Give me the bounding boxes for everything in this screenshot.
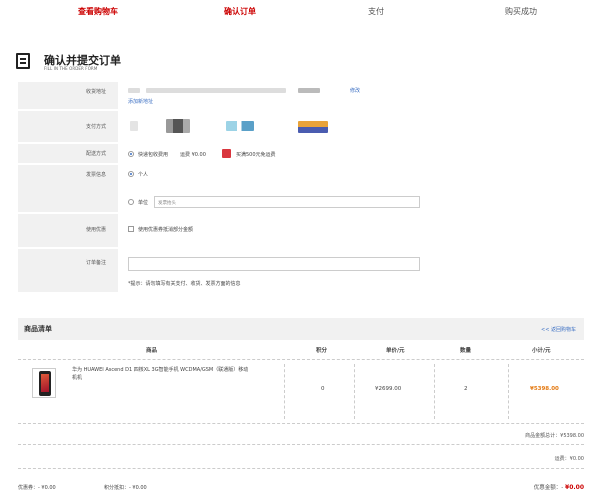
step-success: 购买成功	[505, 7, 537, 16]
invoice-personal-label: 个人	[138, 172, 149, 178]
invoice-company-label: 单位	[138, 200, 149, 206]
address-text-redacted	[128, 88, 140, 93]
coupon-label: 使用优惠	[85, 227, 106, 233]
checkout-steps: 查看购物车 确认订单 支付 购买成功	[0, 0, 600, 20]
table-row: 华为 HUAWEI Ascend D1 四核XL 3G智能手机 WCDMA/GS…	[18, 360, 584, 424]
address-label: 收货地址	[85, 89, 106, 95]
coupon-checkbox[interactable]	[128, 226, 134, 232]
product-qty: 2	[464, 386, 468, 392]
back-to-cart-link[interactable]: << 返回购物车	[541, 326, 576, 333]
remark-hint: *提示：请勿填写有关支付、收货、发票方面的信息	[128, 281, 241, 287]
payment-option-logo[interactable]	[298, 121, 328, 133]
payment-label: 支付方式	[85, 124, 106, 130]
invoice-personal-radio[interactable]	[128, 171, 134, 177]
product-points: 0	[321, 386, 325, 392]
row-address: 收货地址 修改 添加新地址	[18, 82, 584, 110]
row-delivery: 配送方式 快递包收费用 运费 ¥0.00 买满500元免运费	[18, 144, 584, 164]
final-discount: 优惠金额：- ¥0.00	[533, 484, 584, 491]
product-price: ¥2699.00	[375, 386, 402, 392]
remark-input[interactable]	[128, 257, 420, 271]
coupon-discount: 优惠券：- ¥0.00	[18, 485, 56, 491]
coupon-text: 使用优惠券抵消部分金额	[138, 227, 194, 233]
invoice-label: 发票信息	[85, 172, 106, 178]
gift-icon	[222, 149, 231, 158]
goods-total: 商品金额总计：¥5398.00	[525, 433, 584, 439]
payment-option-logo[interactable]	[226, 121, 254, 131]
col-qty: 数量	[460, 348, 472, 354]
freight-total: 运费：¥0.00	[554, 456, 584, 462]
order-summary-bar: 优惠券：- ¥0.00 积分抵扣：- ¥0.00 优惠金额：- ¥0.00	[0, 478, 600, 500]
address-text-redacted	[146, 88, 286, 93]
row-invoice: 发票信息 个人 单位 发票抬头	[18, 165, 584, 213]
invoice-company-radio[interactable]	[128, 199, 134, 205]
col-subtotal: 小计/元	[532, 348, 551, 354]
delivery-radio[interactable]	[128, 151, 134, 157]
product-thumbnail[interactable]	[32, 368, 56, 398]
col-price: 单价/元	[386, 348, 405, 354]
step-confirm-order: 确认订单	[224, 7, 256, 16]
final-discount-value: ¥0.00	[565, 484, 584, 491]
product-name[interactable]: 华为 HUAWEI Ascend D1 四核XL 3G智能手机 WCDMA/GS…	[72, 366, 252, 382]
goods-table-header: 商品 积分 单价/元 数量 小计/元	[18, 340, 584, 360]
page-subtitle: FILL IN THE ORDER FORM	[44, 66, 98, 71]
row-coupon: 使用优惠 使用优惠券抵消部分金额	[18, 214, 584, 248]
delivery-option: 快递包收费用	[138, 152, 169, 158]
delivery-promo: 买满500元免运费	[236, 152, 276, 158]
invoice-title-placeholder: 发票抬头	[158, 201, 176, 206]
col-points: 积分	[316, 348, 328, 354]
remark-label: 订单备注	[85, 260, 106, 266]
edit-address-link[interactable]: 修改	[350, 87, 360, 94]
row-payment: 支付方式	[18, 111, 584, 143]
invoice-title-input[interactable]: 发票抬头	[154, 196, 420, 208]
delivery-fee: 运费 ¥0.00	[180, 152, 206, 158]
delivery-label: 配送方式	[85, 151, 106, 157]
payment-option-logo[interactable]	[130, 121, 138, 131]
order-form: 收货地址 修改 添加新地址 支付方式 配送方式 快递包收费用 运费 ¥0.00 …	[18, 82, 584, 302]
goods-list-title: 商品清单	[24, 325, 52, 333]
step-view-cart[interactable]: 查看购物车	[78, 6, 118, 17]
points-discount: 积分抵扣：- ¥0.00	[104, 485, 147, 491]
product-subtotal: ¥5398.00	[530, 386, 559, 392]
step-pay: 支付	[368, 7, 384, 16]
add-address-link[interactable]: 添加新地址	[128, 98, 153, 105]
order-form-icon	[16, 53, 30, 69]
col-product: 商品	[146, 348, 158, 354]
row-remark: 订单备注 *提示：请勿填写有关支付、收货、发票方面的信息	[18, 249, 584, 293]
payment-option-logo[interactable]	[166, 119, 190, 133]
address-text-redacted	[298, 88, 320, 93]
